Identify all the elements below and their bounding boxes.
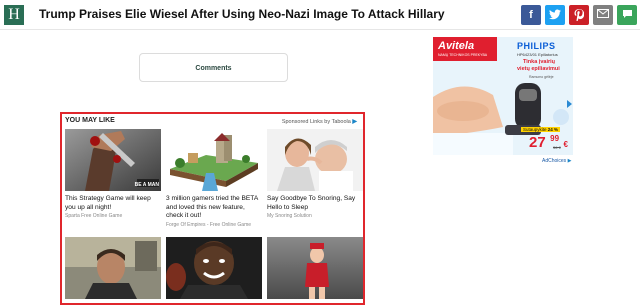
taboola-brand: Taboola <box>331 119 351 125</box>
widget-heading: YOU MAY LIKE <box>65 117 115 124</box>
ad-discount-label: Sutaupykite <box>523 127 547 132</box>
recommended-card[interactable] <box>267 237 363 303</box>
recommended-card[interactable] <box>166 237 262 303</box>
ad-old-price: 36 € <box>553 145 561 150</box>
pinterest-icon <box>569 9 589 21</box>
adchoices-link[interactable]: AdChoices ▶ <box>542 158 571 164</box>
ad-promo-line3: Ramumo gėlėje <box>529 75 554 79</box>
comment-share-button[interactable] <box>617 5 637 25</box>
recommended-card[interactable] <box>65 237 161 303</box>
ad-discount-badge: Sutaupykite 24 % <box>521 127 561 132</box>
card-image[interactable] <box>166 237 262 299</box>
taboola-play-icon: ▶ <box>352 119 357 125</box>
recommended-card[interactable]: 3 million gamers tried the BETA and love… <box>166 129 262 228</box>
facebook-share-button[interactable]: f <box>521 5 541 25</box>
ad-store-logo: Avitela <box>438 40 475 52</box>
card-source: Sparta Free Online Game <box>65 213 123 220</box>
adchoices-icon: ▶ <box>567 158 572 164</box>
comments-button[interactable]: Comments <box>139 53 288 82</box>
card-image[interactable] <box>166 129 262 191</box>
ad-price: 27 99 € <box>529 134 568 152</box>
logo-letter: H <box>8 6 20 23</box>
twitter-icon <box>545 9 565 20</box>
ad-model: HP6423/01 Epiliatorius <box>517 52 558 57</box>
ad-price-cents: 99 <box>550 134 560 143</box>
ad-promo-line1: Tinka įvairių <box>523 59 555 65</box>
card-image[interactable] <box>267 129 363 191</box>
recommended-card[interactable]: Say Goodbye To Snoring, Say Hello to Sle… <box>267 129 363 219</box>
ad-price-main: 27 <box>529 134 546 151</box>
card-title[interactable]: This Strategy Game will keep you up all … <box>65 195 161 212</box>
ad-promo-line2: vietų epiliavimui <box>517 66 560 72</box>
card-title[interactable]: Say Goodbye To Snoring, Say Hello to Sle… <box>267 195 363 212</box>
sponsored-links-label[interactable]: Sponsored Links by Taboola ▶ <box>282 118 357 125</box>
speech-bubble-icon <box>617 9 637 19</box>
ad-price-currency: € <box>563 140 568 149</box>
card-image-caption: BE A MAN <box>134 182 159 188</box>
card-image[interactable] <box>267 237 363 299</box>
card-image[interactable] <box>65 237 161 299</box>
ad-store-tagline: NAMŲ TECHNIKOS PREKYBA <box>438 53 488 57</box>
ad-brand: PHILIPS <box>517 41 556 51</box>
envelope-icon <box>593 9 613 18</box>
facebook-icon: f <box>529 9 533 21</box>
twitter-share-button[interactable] <box>545 5 565 25</box>
ad-next-arrow-icon[interactable] <box>567 100 572 108</box>
card-source: My Snoring Solution <box>267 213 312 220</box>
comments-label: Comments <box>195 65 232 72</box>
site-logo[interactable]: H <box>4 5 24 25</box>
article-headline: Trump Praises Elie Wiesel After Using Ne… <box>39 7 445 21</box>
card-title[interactable]: 3 million gamers tried the BETA and love… <box>166 195 262 221</box>
card-image[interactable]: BE A MAN <box>65 129 161 191</box>
email-share-button[interactable] <box>593 5 613 25</box>
sidebar-advertisement[interactable]: Avitela NAMŲ TECHNIKOS PREKYBA PHILIPS H… <box>433 37 573 155</box>
adchoices-label: AdChoices <box>542 158 567 164</box>
recommended-card[interactable]: BE A MAN This Strategy Game will keep yo… <box>65 129 161 219</box>
pinterest-share-button[interactable] <box>569 5 589 25</box>
card-source: Forge Of Empires - Free Online Game <box>166 221 252 228</box>
sponsored-text: Sponsored Links by <box>281 119 331 125</box>
top-bar: H Trump Praises Elie Wiesel After Using … <box>0 0 640 30</box>
ad-discount-value: 24 % <box>547 127 559 132</box>
you-may-like-widget: YOU MAY LIKE Sponsored Links by Taboola … <box>60 112 365 305</box>
